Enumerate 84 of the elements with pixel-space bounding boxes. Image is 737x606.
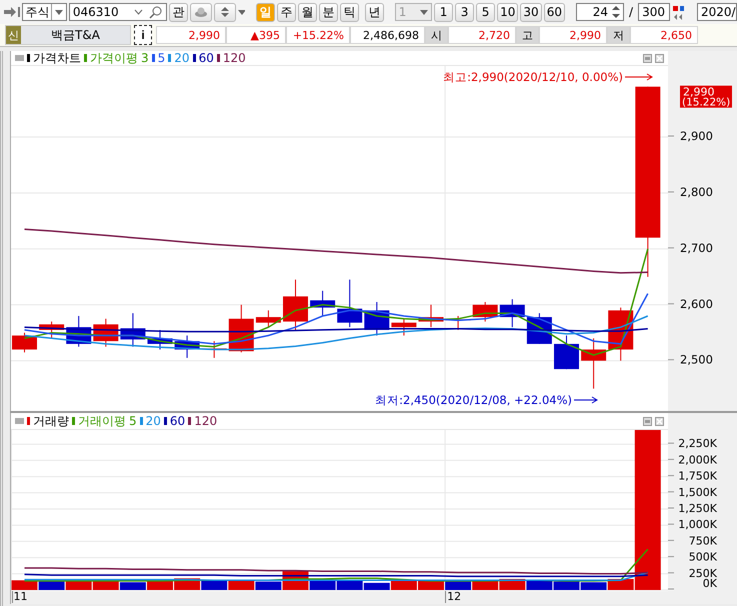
stock-name-field[interactable]: 신 백금T&A bbox=[5, 25, 131, 45]
axis-label: 1,250K bbox=[678, 502, 717, 515]
axis-label: 2,500 bbox=[680, 352, 713, 367]
caret-icon bbox=[420, 10, 428, 14]
alarm-button[interactable] bbox=[190, 2, 212, 22]
price-value: 2,990 bbox=[539, 26, 607, 44]
axis-label: 2,900 bbox=[680, 129, 713, 144]
axis-label: 11 bbox=[12, 591, 28, 603]
legend-label: 가격이평 bbox=[90, 50, 138, 66]
count-spinner[interactable]: 24 bbox=[576, 3, 624, 21]
code-field[interactable]: 046310 bbox=[68, 3, 167, 21]
arrow-icon bbox=[574, 396, 598, 404]
period-tab[interactable]: 월 bbox=[298, 2, 317, 22]
price-marker bbox=[680, 86, 732, 108]
axis-label: 750K bbox=[688, 534, 717, 548]
change-rate-value: +15.22% bbox=[286, 26, 350, 44]
high-annotation: 최고:2,990(2020/12/10, 0.00%) bbox=[443, 70, 623, 84]
multiplier-button[interactable]: 1 bbox=[434, 2, 454, 22]
legend-title: 가격차트 bbox=[33, 50, 81, 66]
multiplier-button[interactable]: 30 bbox=[520, 2, 542, 22]
axis-label: 1,000K bbox=[678, 518, 717, 532]
legend-label: 60 bbox=[170, 414, 186, 428]
axis-label: 12 bbox=[445, 591, 462, 603]
price-value: 2,720 bbox=[448, 26, 516, 44]
maximize-icon[interactable] bbox=[643, 54, 652, 62]
legend-swatch bbox=[27, 54, 30, 62]
price-value: 2,990 bbox=[156, 26, 226, 44]
search-icon[interactable] bbox=[148, 5, 163, 19]
axis-label: 0K bbox=[702, 577, 717, 590]
max-count-field[interactable]: 300 bbox=[638, 3, 670, 21]
multiplier-button[interactable]: 3 bbox=[455, 2, 474, 22]
axis-label: 1,750K bbox=[678, 470, 717, 483]
current-price: 2,990 bbox=[683, 86, 714, 99]
stock-name: 백금T&A bbox=[51, 26, 100, 44]
axis-label: 1,500K bbox=[678, 486, 717, 499]
maximize-icon[interactable] bbox=[643, 416, 652, 426]
low-annotation: 최저:2,450(2020/12/08, +22.04%) bbox=[375, 393, 572, 406]
axis-label: 250K bbox=[688, 566, 717, 580]
volume-value: 2,486,698 bbox=[350, 26, 425, 44]
price-label: 저 bbox=[607, 26, 630, 44]
caret-icon bbox=[238, 10, 245, 14]
date-field[interactable]: 2020/ bbox=[697, 3, 737, 21]
multiplier-button[interactable]: 5 bbox=[476, 2, 496, 22]
legend-label: 3 bbox=[141, 51, 149, 65]
legend-title: 거래량 bbox=[33, 412, 69, 430]
current-rate: (15.22%) bbox=[682, 96, 730, 109]
up-down-arrows-icon bbox=[220, 6, 229, 18]
axis-label: 500K bbox=[688, 550, 717, 564]
stepper-button[interactable] bbox=[214, 2, 236, 22]
legend-label: 120 bbox=[222, 51, 246, 65]
arrow-icon bbox=[624, 74, 653, 80]
axis-label: 2,000K bbox=[678, 453, 717, 466]
price-label: 고 bbox=[516, 26, 539, 44]
market-dropdown[interactable]: 주식 bbox=[22, 3, 67, 21]
multiplier-button[interactable]: 10 bbox=[497, 2, 518, 22]
period-tab[interactable]: 주 bbox=[276, 2, 296, 22]
legend-label: 거래이평 bbox=[78, 412, 126, 430]
axis-label: 2,800 bbox=[680, 184, 713, 199]
close-icon[interactable] bbox=[655, 54, 664, 62]
info-button[interactable]: i bbox=[134, 25, 152, 45]
axis-label: 2,600 bbox=[680, 296, 713, 311]
caret-icon bbox=[54, 10, 63, 14]
axis-label: 2,250K bbox=[678, 437, 717, 450]
tool-button[interactable]: 관 bbox=[168, 2, 188, 22]
spinner-arrows-icon[interactable] bbox=[612, 5, 620, 19]
chevron-down-icon[interactable] bbox=[134, 9, 143, 15]
multiplier-button[interactable]: 60 bbox=[544, 2, 566, 22]
credit-badge: 신 bbox=[6, 26, 21, 44]
toggle-panel-icon[interactable] bbox=[4, 6, 20, 18]
price-label: 시 bbox=[425, 26, 448, 44]
legend-label: 120 bbox=[194, 414, 218, 428]
legend-label: 20 bbox=[174, 51, 190, 65]
period-tab[interactable]: 분 bbox=[318, 2, 338, 22]
period-tab[interactable]: 년 bbox=[364, 2, 384, 22]
period-tab[interactable]: 틱 bbox=[340, 2, 359, 22]
close-icon[interactable] bbox=[655, 416, 664, 426]
legend-label: 5 bbox=[158, 51, 166, 65]
legend-label: 5 bbox=[129, 414, 137, 428]
axis-label: 2,700 bbox=[680, 240, 713, 255]
price-value: 2,650 bbox=[630, 26, 698, 44]
separator-text: / bbox=[629, 5, 634, 19]
change-value: ▲395 bbox=[226, 26, 286, 44]
legend-label: 60 bbox=[198, 51, 214, 65]
legend-label: 20 bbox=[146, 414, 161, 428]
